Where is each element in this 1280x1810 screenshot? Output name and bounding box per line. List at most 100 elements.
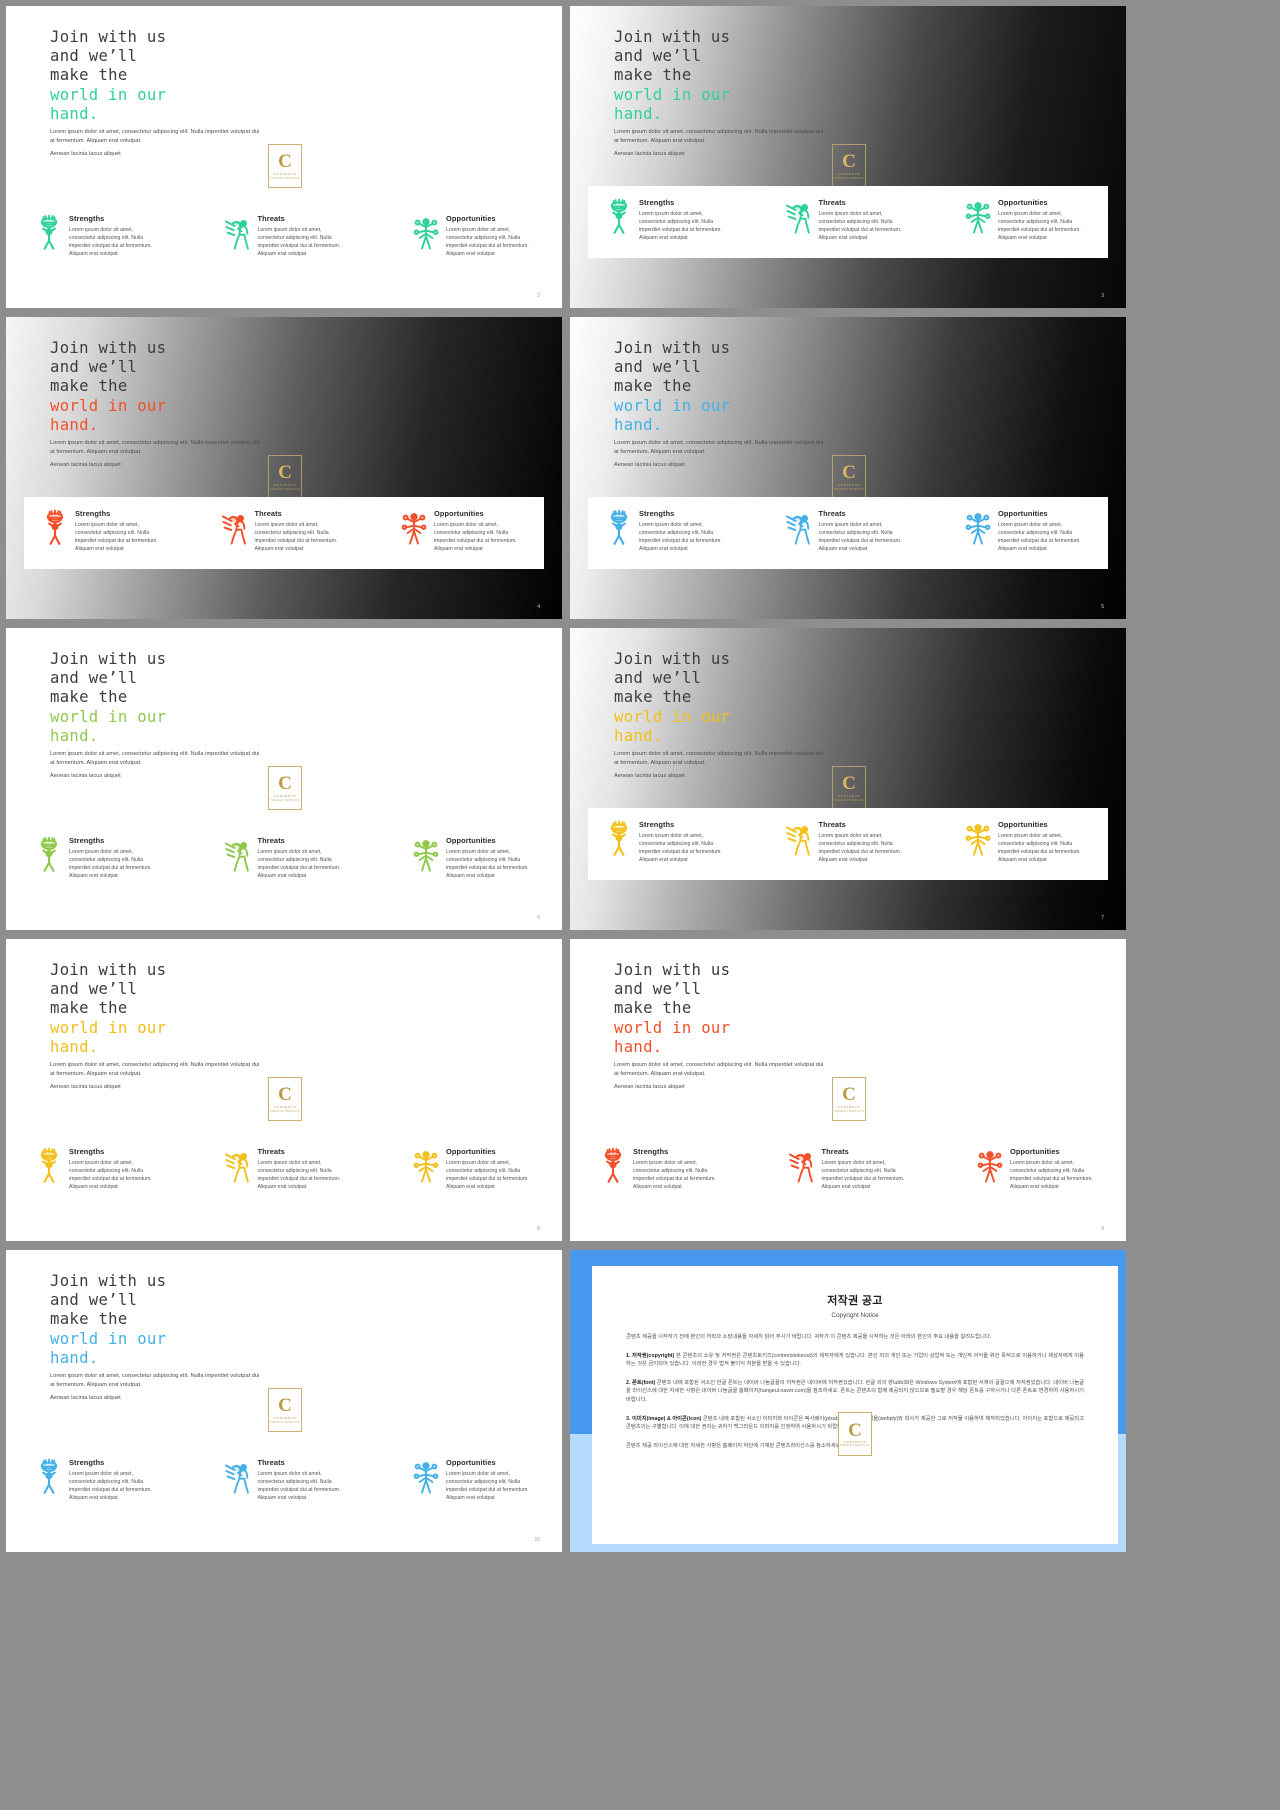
- swot-item[interactable]: Strengths Lorem ipsum dolor sit amet, co…: [600, 1147, 725, 1191]
- swot-item[interactable]: Threats Lorem ipsum dolor sit amet, cons…: [221, 509, 347, 553]
- swot-title: Threats: [818, 509, 846, 518]
- swot-item[interactable]: Opportunities Lorem ipsum dolor sit amet…: [965, 509, 1090, 553]
- swot-title: Opportunities: [998, 820, 1048, 829]
- swot-item[interactable]: Opportunities Lorem ipsum dolor sit amet…: [977, 1147, 1102, 1191]
- lede-paragraph-2: Aenean lacinia lacus aliquet: [614, 1084, 685, 1091]
- swot-title: Strengths: [69, 214, 105, 223]
- headline-accent-1: world in our: [614, 1018, 731, 1037]
- lede-paragraph-2: Aenean lacinia lacus aliquet: [50, 773, 121, 780]
- logo-subtitle: PREMIUM TEMPLATE: [270, 798, 300, 802]
- slide-2[interactable]: Join with us and we’ll make the world in…: [6, 6, 562, 308]
- headline-accent-2: hand.: [614, 415, 663, 434]
- swot-item[interactable]: Strengths Lorem ipsum dolor sit amet, co…: [36, 1147, 161, 1191]
- headline-line-1: Join with us: [50, 650, 167, 668]
- swot-item[interactable]: Threats Lorem ipsum dolor sit amet, cons…: [785, 198, 911, 242]
- strengths-trophy-icon: [42, 509, 68, 545]
- copyright-subtitle: Copyright Notice: [831, 1312, 879, 1319]
- headline-line-1: Join with us: [614, 650, 731, 668]
- swot-item[interactable]: Strengths Lorem ipsum dolor sit amet, co…: [36, 836, 161, 880]
- copyright-paper: 저작권 공고 Copyright Notice 콘텐츠 제공을 시작하기 전에 …: [592, 1266, 1118, 1544]
- lede-paragraph-1: Lorem ipsum dolor sit amet, consectetur …: [50, 1373, 260, 1388]
- strengths-trophy-icon: [606, 198, 632, 234]
- page-number: 4: [537, 604, 540, 610]
- swot-item[interactable]: Threats Lorem ipsum dolor sit amet, cons…: [224, 1147, 350, 1191]
- swot-item[interactable]: Opportunities Lorem ipsum dolor sit amet…: [413, 214, 538, 258]
- slide-5[interactable]: Join with us and we’ll make the world in…: [570, 317, 1126, 619]
- swot-item[interactable]: Threats Lorem ipsum dolor sit amet, cons…: [224, 836, 350, 880]
- swot-item[interactable]: Strengths Lorem ipsum dolor sit amet, co…: [36, 214, 161, 258]
- swot-row: Strengths Lorem ipsum dolor sit amet, co…: [588, 186, 1108, 258]
- copyright-item: 2. 폰트(font) 콘텐츠 내에 포함된 서소인 한글 폰트는 네이버 나눔…: [626, 1379, 1084, 1405]
- swot-item[interactable]: Threats Lorem ipsum dolor sit amet, cons…: [788, 1147, 914, 1191]
- swot-item[interactable]: Opportunities Lorem ipsum dolor sit amet…: [413, 836, 538, 880]
- swot-item[interactable]: Threats Lorem ipsum dolor sit amet, cons…: [785, 509, 911, 553]
- swot-description: Lorem ipsum dolor sit amet, consectetur …: [1010, 1160, 1093, 1190]
- page-number: 8: [537, 1226, 540, 1232]
- logo-letter: C: [842, 772, 856, 794]
- swot-title: Strengths: [69, 836, 105, 845]
- swot-item[interactable]: Threats Lorem ipsum dolor sit amet, cons…: [785, 820, 911, 864]
- swot-item[interactable]: Strengths Lorem ipsum dolor sit amet, co…: [606, 820, 731, 864]
- headline-line-1: Join with us: [50, 1272, 167, 1290]
- logo-subtitle: PREMIUM TEMPLATE: [834, 1109, 864, 1113]
- swot-title: Threats: [821, 1147, 849, 1156]
- swot-item[interactable]: Strengths Lorem ipsum dolor sit amet, co…: [42, 509, 167, 553]
- swot-title: Opportunities: [998, 198, 1048, 207]
- swot-description: Lorem ipsum dolor sit amet, consectetur …: [257, 1471, 341, 1501]
- slide-copyright[interactable]: 저작권 공고 Copyright Notice 콘텐츠 제공을 시작하기 전에 …: [570, 1250, 1126, 1552]
- swot-item[interactable]: Opportunities Lorem ipsum dolor sit amet…: [401, 509, 526, 553]
- slide-10[interactable]: Join with us and we’ll make the world in…: [6, 1250, 562, 1552]
- headline-line-1: Join with us: [614, 28, 731, 46]
- strengths-trophy-icon: [606, 509, 632, 545]
- logo-name: CONTENTS: [273, 171, 297, 176]
- swot-item[interactable]: Threats Lorem ipsum dolor sit amet, cons…: [224, 1458, 350, 1502]
- swot-description: Lorem ipsum dolor sit amet, consectetur …: [69, 849, 152, 879]
- logo-subtitle: PREMIUM TEMPLATE: [834, 798, 864, 802]
- lede-paragraph-1: Lorem ipsum dolor sit amet, consectetur …: [614, 440, 824, 455]
- swot-item[interactable]: Threats Lorem ipsum dolor sit amet, cons…: [224, 214, 350, 258]
- brand-logo: C CONTENTS PREMIUM TEMPLATE: [268, 455, 302, 499]
- swot-row: Strengths Lorem ipsum dolor sit amet, co…: [36, 1147, 538, 1219]
- slide-headline: Join with us and we’ll make the world in…: [614, 28, 730, 124]
- swot-item[interactable]: Strengths Lorem ipsum dolor sit amet, co…: [36, 1458, 161, 1502]
- opportunities-multitask-icon: [965, 820, 991, 856]
- slide-8[interactable]: Join with us and we’ll make the world in…: [6, 939, 562, 1241]
- headline-line-3: make the: [614, 377, 692, 396]
- swot-title: Opportunities: [446, 214, 496, 223]
- logo-name: CONTENTS: [837, 171, 861, 176]
- swot-description: Lorem ipsum dolor sit amet, consectetur …: [818, 211, 902, 241]
- logo-subtitle: PREMIUM TEMPLATE: [270, 487, 300, 491]
- slide-4[interactable]: Join with us and we’ll make the world in…: [6, 317, 562, 619]
- headline-line-1: Join with us: [614, 339, 731, 357]
- swot-item[interactable]: Opportunities Lorem ipsum dolor sit amet…: [413, 1458, 538, 1502]
- headline-accent-2: hand.: [50, 104, 99, 123]
- headline-line-3: make the: [50, 66, 128, 85]
- headline-accent-1: world in our: [50, 707, 167, 726]
- threats-javelin-icon: [221, 509, 248, 545]
- swot-description: Lorem ipsum dolor sit amet, consectetur …: [818, 833, 902, 863]
- slide-headline: Join with us and we’ll make the world in…: [614, 339, 730, 435]
- slide-7[interactable]: Join with us and we’ll make the world in…: [570, 628, 1126, 930]
- swot-item[interactable]: Opportunities Lorem ipsum dolor sit amet…: [965, 820, 1090, 864]
- slide-3[interactable]: Join with us and we’ll make the world in…: [570, 6, 1126, 308]
- swot-title: Opportunities: [446, 836, 496, 845]
- brand-logo: C CONTENTS PREMIUM TEMPLATE: [268, 1388, 302, 1432]
- swot-description: Lorem ipsum dolor sit amet, consectetur …: [69, 227, 152, 257]
- swot-item[interactable]: Opportunities Lorem ipsum dolor sit amet…: [413, 1147, 538, 1191]
- swot-description: Lorem ipsum dolor sit amet, consectetur …: [633, 1160, 716, 1190]
- logo-name: CONTENTS: [837, 482, 861, 487]
- swot-item[interactable]: Strengths Lorem ipsum dolor sit amet, co…: [606, 509, 731, 553]
- swot-description: Lorem ipsum dolor sit amet, consectetur …: [998, 833, 1081, 863]
- brand-logo: C CONTENTS PREMIUM TEMPLATE: [268, 144, 302, 188]
- slide-6[interactable]: Join with us and we’ll make the world in…: [6, 628, 562, 930]
- swot-title: Opportunities: [446, 1147, 496, 1156]
- swot-item[interactable]: Opportunities Lorem ipsum dolor sit amet…: [965, 198, 1090, 242]
- slide-9[interactable]: Join with us and we’ll make the world in…: [570, 939, 1126, 1241]
- copyright-item-label: 1. 저작권(copyright): [626, 1352, 675, 1359]
- swot-item[interactable]: Strengths Lorem ipsum dolor sit amet, co…: [606, 198, 731, 242]
- swot-description: Lorem ipsum dolor sit amet, consectetur …: [257, 849, 341, 879]
- swot-description: Lorem ipsum dolor sit amet, consectetur …: [69, 1160, 152, 1190]
- headline-accent-1: world in our: [50, 396, 167, 415]
- swot-title: Strengths: [639, 509, 675, 518]
- headline-accent-1: world in our: [50, 1329, 167, 1348]
